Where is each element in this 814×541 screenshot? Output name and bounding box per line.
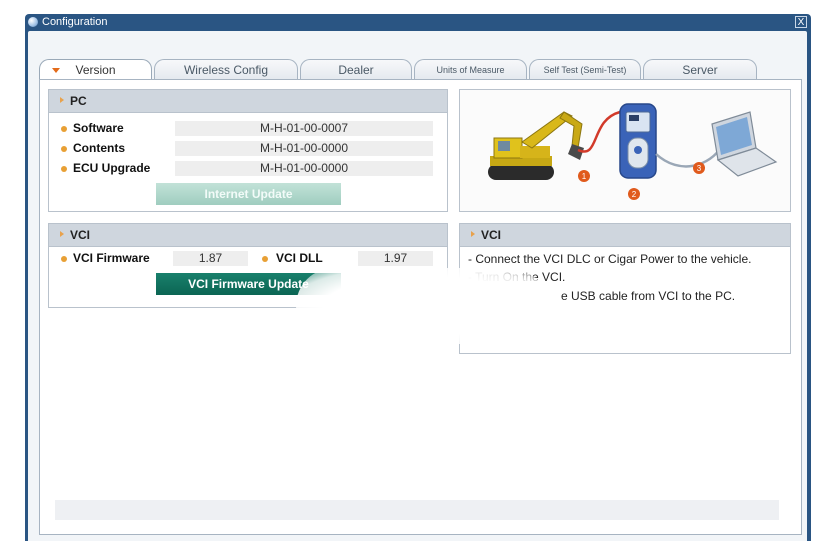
caret-down-icon [52, 68, 60, 73]
connection-diagram: 1 2 3 [488, 103, 778, 200]
contents-label: Contents [73, 141, 125, 155]
vci-instructions-title: VCI [481, 228, 502, 242]
app-icon [28, 17, 38, 27]
ecu-upgrade-version-value: M-H-01-00-0000 [175, 161, 433, 176]
vci-device-icon [619, 103, 657, 179]
close-button[interactable]: X [795, 16, 807, 28]
internet-update-button[interactable]: Internet Update [156, 183, 341, 205]
software-version-value: M-H-01-00-0007 [175, 121, 433, 136]
vci-firmware-value: 1.87 [173, 251, 248, 266]
tab-label: Self Test (Semi-Test) [543, 65, 627, 75]
vci-firmware-label: VCI Firmware [73, 251, 150, 265]
title-bar[interactable]: Configuration X [25, 14, 811, 31]
bullet-dot-icon [61, 126, 67, 132]
ecu-upgrade-label: ECU Upgrade [73, 161, 151, 175]
tab-label: Server [682, 63, 718, 77]
step-number: 3 [697, 164, 702, 173]
instruction-line: - Connect the VCI DLC or Cigar Power to … [468, 252, 752, 266]
vci-dll-value: 1.97 [358, 251, 433, 266]
bullet-dot-icon [61, 146, 67, 152]
bullet-dot-icon [262, 256, 268, 262]
vci-instructions-header: VCI [460, 224, 790, 247]
blur-overlay [296, 268, 548, 344]
step-1-badge: 1 [578, 170, 590, 182]
pc-panel-title: PC [70, 94, 87, 108]
step-3-badge: 3 [693, 162, 705, 174]
tab-units-of-measure[interactable]: Units of Measure [414, 59, 527, 81]
vci-panel-title: VCI [70, 228, 91, 242]
step-number: 1 [582, 172, 587, 181]
tab-label: Version [75, 63, 116, 77]
instruction-line: e USB cable from VCI to the PC. [561, 289, 736, 303]
software-label: Software [73, 121, 124, 135]
bullet-icon [60, 231, 64, 237]
laptop-icon [711, 111, 778, 177]
bullet-dot-icon [61, 166, 67, 172]
status-bar [55, 500, 779, 520]
step-number: 2 [632, 190, 637, 199]
tab-label: Dealer [338, 63, 374, 77]
tab-server[interactable]: Server [643, 59, 757, 81]
pc-panel: PC Software M-H-01-00-0007 Contents M-H-… [48, 89, 448, 212]
tab-self-test[interactable]: Self Test (Semi-Test) [529, 59, 641, 81]
connection-diagram-panel: 1 2 3 [459, 89, 791, 212]
bullet-dot-icon [61, 256, 67, 262]
tab-label: Wireless Config [183, 63, 269, 77]
window-title: Configuration [42, 16, 108, 28]
vci-panel-header: VCI [49, 224, 447, 247]
contents-version-value: M-H-01-00-0000 [175, 141, 433, 156]
step-2-badge: 2 [628, 188, 640, 200]
bullet-icon [60, 97, 64, 103]
tab-label: Units of Measure [436, 65, 505, 75]
usb-cable-icon [655, 145, 724, 168]
bullet-icon [471, 231, 475, 237]
excavator-icon [488, 111, 584, 180]
pc-panel-header: PC [49, 90, 447, 113]
vci-dll-label: VCI DLL [276, 251, 323, 265]
cable-icon [577, 110, 621, 153]
tab-dealer[interactable]: Dealer [300, 59, 412, 81]
tab-wireless-config[interactable]: Wireless Config [154, 59, 298, 81]
